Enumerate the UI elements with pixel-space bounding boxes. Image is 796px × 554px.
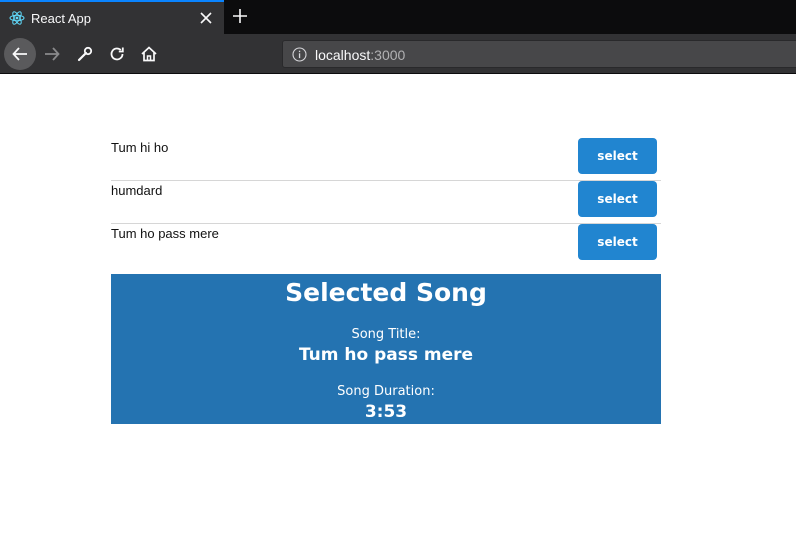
- selected-song-panel: Selected Song Song Title: Tum ho pass me…: [111, 274, 661, 424]
- select-button[interactable]: select: [578, 181, 657, 217]
- back-button[interactable]: [4, 38, 36, 70]
- list-item: Tum ho pass mere select: [111, 224, 661, 267]
- url-host: localhost: [315, 47, 371, 63]
- info-icon[interactable]: [292, 47, 307, 62]
- song-duration-label: Song Duration:: [337, 384, 435, 399]
- address-bar[interactable]: localhost:3000: [282, 40, 796, 68]
- song-list: Tum hi ho select humdard select Tum ho p…: [111, 138, 661, 267]
- tab-title: React App: [31, 11, 91, 26]
- forward-arrow-icon: [45, 47, 60, 61]
- list-item: Tum hi ho select: [111, 138, 661, 181]
- song-title: Tum hi ho: [111, 140, 169, 155]
- navigation-toolbar: localhost:3000: [0, 34, 796, 74]
- browser-tab[interactable]: React App: [0, 0, 224, 34]
- select-button[interactable]: select: [578, 224, 657, 260]
- forward-button[interactable]: [36, 38, 68, 70]
- home-icon: [141, 46, 157, 62]
- song-title-label: Song Title:: [351, 327, 421, 342]
- tools-button[interactable]: [69, 38, 101, 70]
- home-button[interactable]: [133, 38, 165, 70]
- wrench-icon: [77, 46, 93, 62]
- reload-icon: [110, 47, 124, 61]
- song-duration-value: 3:53: [364, 402, 408, 422]
- page-content: Tum hi ho select humdard select Tum ho p…: [0, 74, 796, 554]
- react-icon: [9, 10, 25, 26]
- url-port: :3000: [370, 47, 406, 63]
- list-item: humdard select: [111, 181, 661, 224]
- select-button[interactable]: select: [578, 138, 657, 174]
- close-icon[interactable]: [198, 10, 214, 26]
- song-title-value: Tum ho pass mere: [298, 345, 474, 365]
- reload-button[interactable]: [101, 38, 133, 70]
- tab-bar: React App: [0, 0, 796, 34]
- url-text: localhost:3000: [315, 47, 405, 63]
- back-arrow-icon: [12, 47, 27, 61]
- panel-heading: Selected Song: [285, 278, 487, 307]
- song-title: Tum ho pass mere: [111, 226, 219, 241]
- plus-icon[interactable]: [231, 7, 249, 25]
- song-title: humdard: [111, 183, 163, 198]
